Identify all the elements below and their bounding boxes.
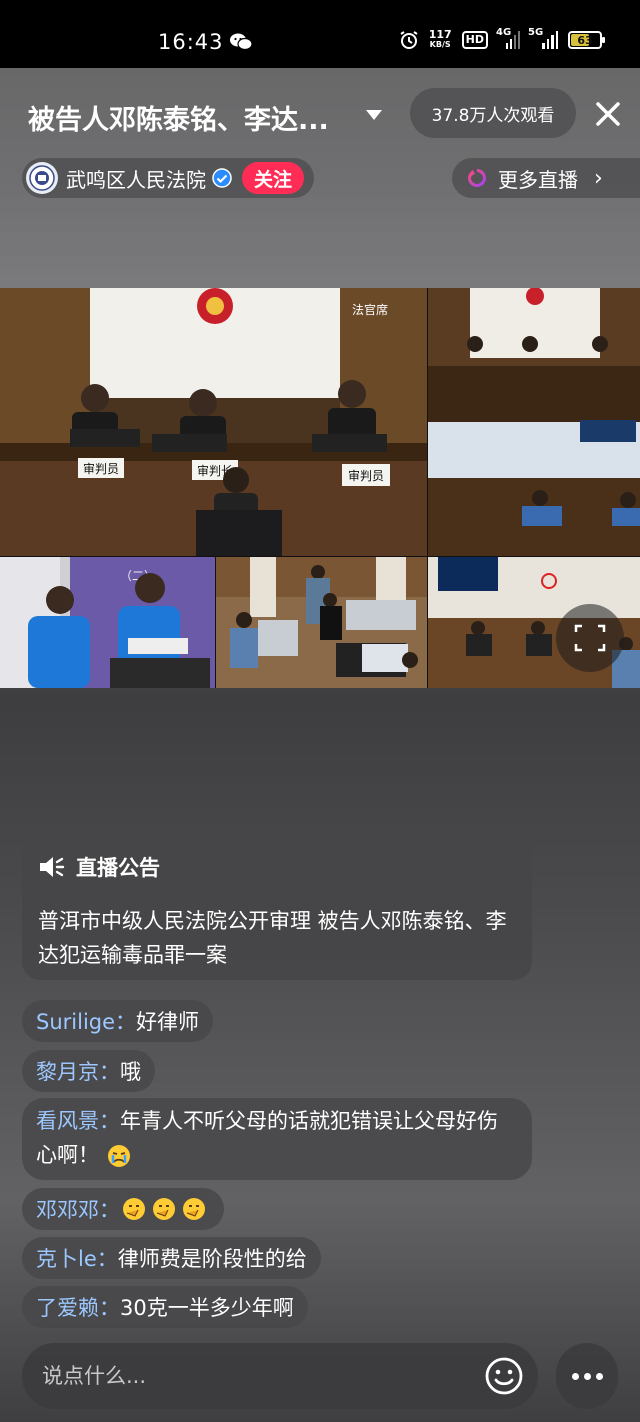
hd-icon: HD	[461, 31, 488, 49]
dot-icon	[595, 1372, 603, 1380]
thinking-emoji-icon	[123, 1198, 205, 1220]
live-announcement: 直播公告 普洱市中级人民法院公开审理 被告人邓陈泰铭、李达犯运输毒品罪一案	[22, 838, 532, 980]
network-speed: 117 KB/S	[428, 28, 452, 49]
follow-button[interactable]: 关注	[242, 162, 305, 194]
comment-text: 律师费是阶段性的给	[117, 1247, 307, 1271]
more-live-button[interactable]: 更多直播 ›	[452, 158, 640, 198]
comment-text: 30克一半多少年啊	[120, 1296, 294, 1320]
wechat-icon	[230, 33, 252, 51]
live-stream-icon	[468, 169, 486, 187]
comment-item[interactable]: 看风景：年青人不听父母的话就犯错误让父母好伤心啊！	[22, 1098, 532, 1180]
comment-text: 好律师	[136, 1010, 200, 1034]
comment-item[interactable]: 了爱赖： 30克一半多少年啊	[22, 1286, 308, 1328]
emoji-icon[interactable]	[484, 1356, 524, 1396]
comment-text: 哦	[120, 1060, 141, 1084]
title-dropdown-icon[interactable]	[366, 110, 382, 120]
judge-plate-left: 审判员	[83, 461, 119, 476]
status-icons: 117 KB/S HD 4G 5G 63	[399, 27, 605, 50]
courtroom-video-frame: 审判员 审判长 审判员 法官席 （二）	[0, 288, 640, 688]
channel-info[interactable]: 武鸣区人民法院 关注	[22, 158, 314, 198]
battery-icon: 63	[568, 31, 605, 49]
channel-name[interactable]: 武鸣区人民法院	[66, 164, 206, 193]
live-title[interactable]: 被告人邓陈泰铭、李达...	[28, 98, 329, 137]
chevron-right-icon: ›	[594, 165, 603, 191]
comment-item[interactable]: Surilige： 好律师	[22, 1000, 214, 1042]
comment-username[interactable]: 黎月京：	[36, 1056, 120, 1086]
announcement-heading: 直播公告	[76, 856, 160, 880]
live-video-player[interactable]: 审判员 审判长 审判员 法官席 （二）	[0, 288, 640, 688]
comment-username[interactable]: 看风景：	[36, 1109, 120, 1133]
crying-emoji-icon	[107, 1145, 130, 1167]
verified-icon	[212, 168, 232, 188]
comment-item[interactable]: 克卜le： 律师费是阶段性的给	[22, 1237, 321, 1279]
comment-username[interactable]: 邓邓邓：	[36, 1194, 120, 1224]
signal-5g-icon: 5G	[528, 27, 558, 49]
more-options-button[interactable]	[556, 1343, 618, 1409]
speaker-icon	[40, 857, 65, 877]
signal-4g-icon: 4G	[496, 27, 520, 49]
more-live-label[interactable]: 更多直播	[498, 164, 578, 193]
dot-icon	[583, 1372, 591, 1380]
status-bar: 16:43 117 KB/S HD 4G 5G 63	[0, 0, 640, 68]
comment-input-bar[interactable]	[22, 1343, 538, 1409]
judge-plate-right: 审判员	[348, 468, 384, 483]
alarm-icon	[400, 31, 418, 49]
comment-input[interactable]	[42, 1364, 472, 1388]
comment-username[interactable]: Surilige：	[36, 1006, 136, 1036]
court-logo-icon	[26, 162, 58, 194]
comment-username[interactable]: 克卜le：	[36, 1243, 118, 1273]
viewer-count: 37.8万人次观看	[410, 88, 576, 138]
comment-item[interactable]: 邓邓邓：	[22, 1188, 224, 1230]
status-time: 16:43	[158, 30, 224, 54]
dot-icon	[571, 1372, 579, 1380]
close-icon[interactable]	[592, 98, 624, 130]
announcement-body: 普洱市中级人民法院公开审理 被告人邓陈泰铭、李达犯运输毒品罪一案	[38, 909, 507, 967]
room-tag: 法官席	[352, 302, 388, 317]
comment-username[interactable]: 了爱赖：	[36, 1292, 120, 1322]
comment-item[interactable]: 黎月京： 哦	[22, 1050, 155, 1092]
